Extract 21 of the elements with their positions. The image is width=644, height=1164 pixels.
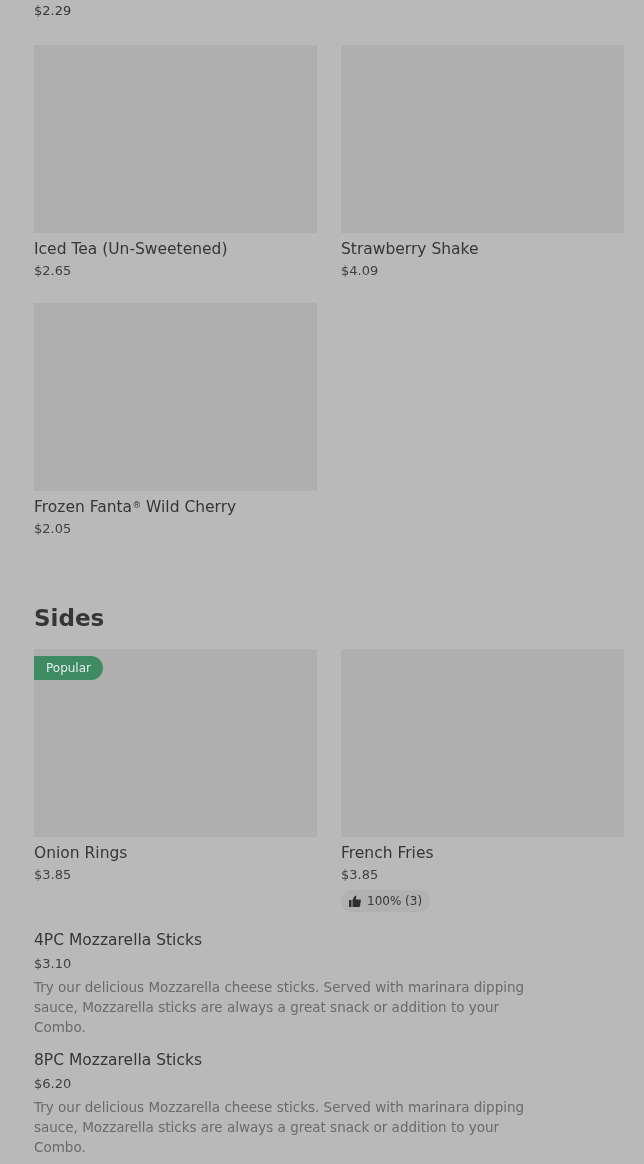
- thumbs-up-icon: [349, 895, 361, 907]
- item-name: Iced Tea (Un-Sweetened): [34, 239, 229, 260]
- item-price: $2.05: [34, 520, 73, 538]
- rating-text: 100% (3): [367, 893, 423, 910]
- item-description: Try our delicious Mozzarella cheese sticks. Served with marinara dipping sauce, Mozzarella sticks are always a great snack or addition to your Combo.: [34, 1098, 526, 1157]
- item-price: $4.09: [341, 262, 380, 280]
- item-name: Onion Rings: [34, 843, 129, 864]
- item-price: $3.85: [34, 866, 73, 884]
- item-price: $2.29: [34, 2, 73, 20]
- item-name: French Fries: [341, 843, 435, 864]
- item-name: Frozen Fanta$^{®}$ Wild Cherry: [34, 497, 238, 518]
- item-price: $3.85: [341, 866, 380, 884]
- item-price: $3.10: [34, 955, 73, 973]
- item-price: $6.20: [34, 1075, 73, 1093]
- section-heading: Sides: [34, 604, 106, 633]
- item-description: Try our delicious Mozzarella cheese sticks. Served with marinara dipping sauce, Mozzarella sticks are always a great snack or addition to your Combo.: [34, 978, 526, 1037]
- item-price: $2.65: [34, 262, 73, 280]
- popular-badge: Popular: [34, 656, 103, 680]
- item-name: Strawberry Shake: [341, 239, 480, 260]
- item-name: 4PC Mozzarella Sticks: [34, 930, 203, 951]
- item-name: 8PC Mozzarella Sticks: [34, 1050, 203, 1071]
